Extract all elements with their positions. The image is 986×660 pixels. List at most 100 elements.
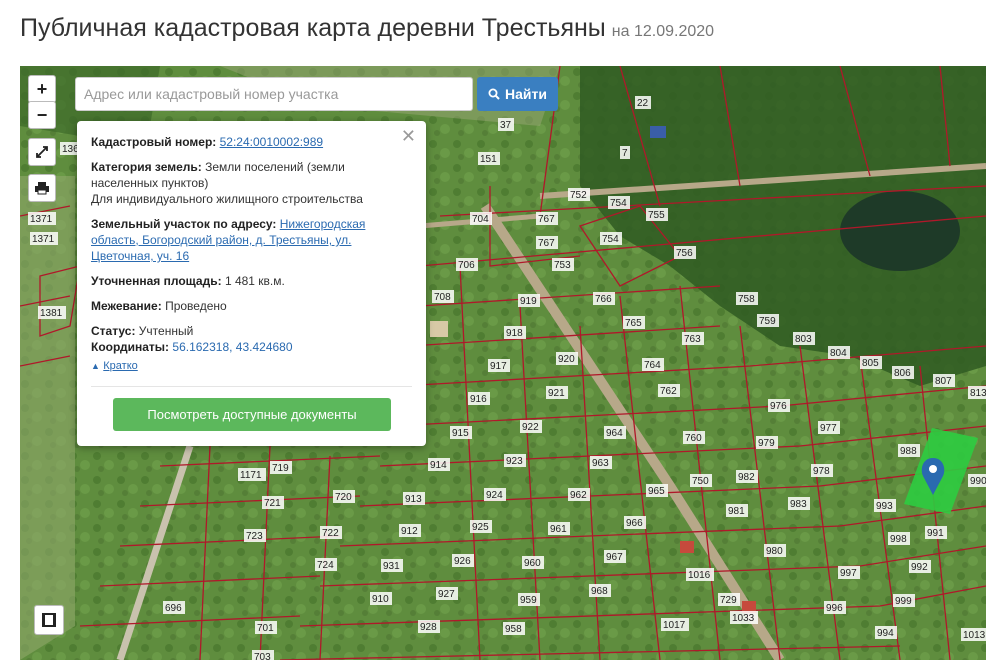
parcel-label: 910 [372,594,389,605]
parcel-label: 961 [550,524,567,535]
parcel-label: 913 [405,494,422,505]
parcel-label: 763 [684,334,701,345]
coordinates-label: Координаты: [91,340,170,354]
print-button[interactable] [28,174,56,202]
pond [840,191,960,271]
parcel-label: 767 [538,238,555,249]
parcel-label: 719 [272,463,289,474]
parcel-label: 994 [877,628,894,639]
page-date: на 12.09.2020 [611,23,715,40]
parcel-label: 977 [820,423,837,434]
parcel-label: 750 [692,476,709,487]
parcel-label: 803 [795,334,812,345]
search-icon [488,88,500,100]
parcel-label: 1013 [963,630,986,641]
parcel-label: 1381 [40,308,63,319]
parcel-label: 151 [480,154,497,165]
parcel-label: 806 [894,368,911,379]
search-input[interactable] [75,77,473,111]
status-label: Статус: [91,324,136,338]
parcel-label: 703 [254,652,271,660]
parcel-label: 922 [522,422,539,433]
parcel-label: 1016 [688,570,711,581]
parcel-label: 988 [900,446,917,457]
cadastral-number-label: Кадастровый номер: [91,135,217,149]
parcel-label: 754 [610,198,627,209]
survey-value: Проведено [165,299,227,313]
parcel-label: 916 [470,394,487,405]
parcel-label: 991 [927,528,944,539]
address-label: Земельный участок по адресу: [91,217,277,231]
coordinates-row: Координаты: 56.162318, 43.424680 [91,339,412,355]
parcel-label: 724 [317,560,334,571]
brief-link[interactable]: Кратко [103,360,138,372]
parcel-label: 1033 [732,613,755,624]
parcel-label: 996 [826,603,843,614]
page-title: Публичная кадастровая карта деревни Трес… [20,14,714,43]
parcel-label: 979 [758,438,775,449]
survey-row: Межевание: Проведено [91,298,412,314]
parcel-label: 919 [520,296,537,307]
land-category-row: Категория земель: Земли поселений (земли… [91,159,412,207]
parcel-label: 959 [520,595,537,606]
parcel-label: 1171 [240,470,262,481]
parcel-label: 767 [538,214,555,225]
page-title-text: Публичная кадастровая карта деревни Трес… [20,14,606,42]
parcel-label: 976 [770,401,787,412]
parcel-label: 765 [625,318,642,329]
parcel-label: 999 [895,596,912,607]
parcel-label: 962 [570,490,587,501]
parcel-label: 928 [420,622,437,633]
parcel-label: 755 [648,210,665,221]
land-use-value: Для индивидуального жилищного строительс… [91,192,363,206]
parcel-label: 915 [452,428,469,439]
field-area [20,176,75,660]
parcel-label: 983 [790,499,807,510]
parcel-label: 704 [472,214,489,225]
parcel-label: 722 [322,528,339,539]
parcel-label: 804 [830,348,847,359]
popup-divider [91,386,412,387]
brief-toggle[interactable]: ▲ Кратко [91,357,412,374]
fullscreen-button[interactable] [28,138,56,166]
search-button[interactable]: Найти [477,77,558,111]
layers-button[interactable] [34,605,64,635]
zoom-in-button[interactable]: + [28,75,56,103]
expand-icon [36,146,48,158]
parcel-label: 980 [766,546,783,557]
search-button-label: Найти [505,86,547,102]
parcel-label: 708 [434,292,451,303]
parcel-label: 960 [524,558,541,569]
parcel-label: 22 [637,98,649,109]
parcel-label: 925 [472,522,489,533]
cadastral-number-link[interactable]: 52:24:0010002:989 [220,135,323,149]
status-value: Учтенный [138,324,194,338]
view-documents-button[interactable]: Посмотреть доступные документы [113,398,391,431]
parcel-label: 912 [401,526,418,537]
parcel-label: 993 [876,501,893,512]
parcel-label: 720 [335,492,352,503]
cadastral-map[interactable]: 37 151 7 22 752 754 767 755 704 767 754 756 706 753 70… [20,66,986,660]
parcel-label: 964 [606,428,623,439]
parcel-label: 924 [486,490,503,501]
zoom-out-button[interactable]: − [28,101,56,129]
parcel-label: 696 [165,603,182,614]
status-row: Статус: Учтенный [91,323,412,339]
land-category-label: Категория земель: [91,160,202,174]
parcel-label: 982 [738,472,755,483]
parcel-label: 931 [383,561,400,572]
parcel-label: 723 [246,531,263,542]
parcel-label: 1017 [663,620,686,631]
parcel-label: 1371 [30,214,53,225]
parcel-label: 918 [506,328,523,339]
parcel-label: 701 [257,623,274,634]
parcel-label: 764 [644,360,661,371]
close-icon[interactable]: ✕ [401,127,416,145]
area-row: Уточненная площадь: 1 481 кв.м. [91,273,412,289]
parcel-label: 927 [438,589,455,600]
printer-icon [35,182,49,195]
parcel-label: 805 [862,358,879,369]
coordinates-link[interactable]: 56.162318, 43.424680 [172,340,292,354]
parcel-label: 807 [935,376,952,387]
parcel-label: 968 [591,586,608,597]
